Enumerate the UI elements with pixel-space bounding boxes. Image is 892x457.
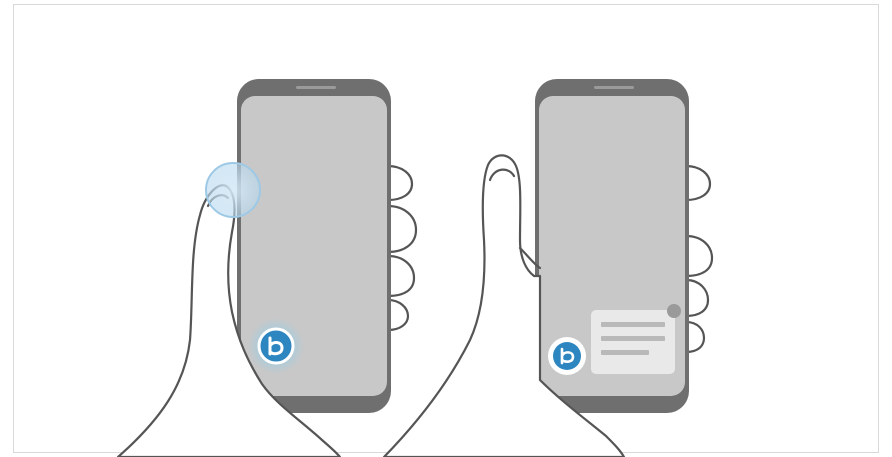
bixby-voice-popup [591,304,681,374]
page [0,0,892,457]
popup-line [601,322,665,327]
left-back-fingers [386,164,418,332]
bixby-icon [248,318,304,374]
right-panel [382,79,714,457]
left-panel [116,79,418,457]
side-key-touch-indicator [205,162,261,218]
left-phone-speaker [296,86,336,89]
popup-close-dot [667,304,681,318]
bixby-icon [548,337,586,375]
right-phone-speaker [594,86,634,89]
popup-line [601,336,665,341]
bixby-instruction-illustration [116,79,714,457]
right-back-fingers [684,164,714,354]
popup-line [601,350,649,355]
